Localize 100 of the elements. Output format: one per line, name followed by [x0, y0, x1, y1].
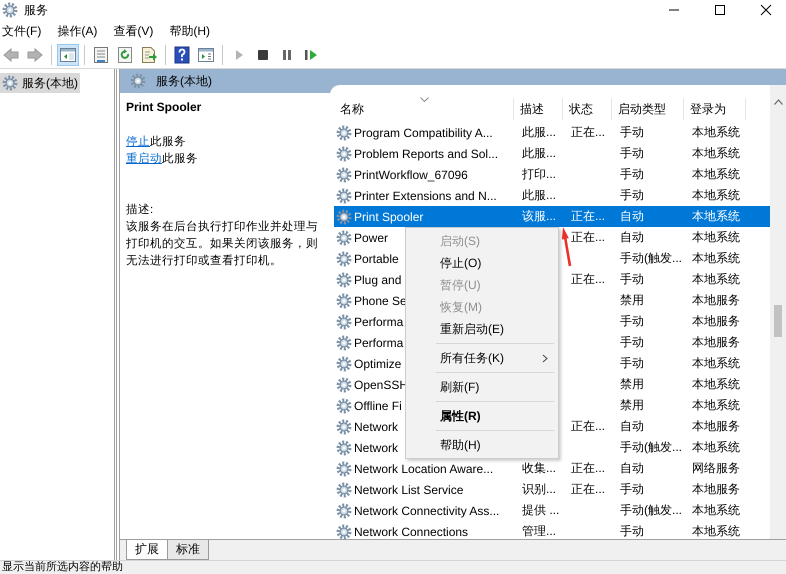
description-text: 该服务在后台执行打印作业并处理与打印机的交互。如果关闭该服务，则无法进行打印或查看打印机。 — [126, 219, 319, 269]
menu-item[interactable]: 帮助(H) — [169, 22, 210, 40]
action-link[interactable]: 重启动 — [126, 153, 162, 165]
table-cell: 该服... — [522, 209, 556, 223]
gear-icon — [336, 292, 352, 308]
column-header[interactable]: 登录为 — [684, 98, 746, 120]
service-name: Network — [354, 440, 398, 454]
maximize-icon[interactable] — [714, 4, 726, 16]
service-name: Print Spooler — [354, 210, 424, 224]
service-name: Offline Fi — [354, 398, 402, 412]
column-title: 名称 — [340, 100, 364, 118]
table-cell: 本地系统 — [692, 272, 740, 286]
service-name: Network List Service — [354, 482, 464, 496]
menu-item[interactable]: 重新启动(E) — [406, 318, 558, 340]
column-header[interactable]: 启动类型 — [612, 98, 684, 120]
sort-caret-icon — [420, 97, 429, 102]
gear-icon — [336, 272, 352, 288]
table-cell: 此服... — [522, 125, 556, 139]
menu-item[interactable]: 停止(O) — [406, 252, 558, 274]
table-cell: 打印... — [522, 167, 556, 181]
table-cell: 自动 — [620, 230, 644, 244]
table-cell: 本地服务 — [692, 419, 740, 433]
gear-icon — [2, 2, 18, 18]
menu-item[interactable]: 查看(V) — [113, 22, 154, 40]
panel-toggle-button[interactable] — [57, 44, 79, 66]
table-cell: 本地系统 — [692, 251, 740, 265]
table-cell: 手动 — [620, 167, 644, 181]
gear-icon — [336, 230, 352, 246]
column-header[interactable]: 状态 — [563, 98, 612, 120]
export-icon — [140, 46, 158, 64]
table-cell: 本地系统 — [692, 503, 740, 517]
close-icon[interactable] — [760, 4, 772, 16]
gear-icon — [336, 188, 352, 204]
gear-icon — [336, 208, 352, 224]
table-cell: 本地系统 — [692, 188, 740, 202]
service-name: Network Location Aware... — [354, 462, 494, 476]
service-name: Performa — [354, 336, 404, 350]
table-cell: 禁用 — [620, 293, 644, 307]
gear-icon — [336, 460, 352, 476]
gear-icon — [336, 146, 352, 162]
action-sentence: 停止此服务 — [126, 134, 187, 150]
table-cell: 提供 ... — [522, 503, 560, 517]
service-name: Portable — [354, 252, 399, 266]
table-cell: 本地系统 — [692, 356, 740, 370]
table-cell: 正在... — [571, 482, 606, 496]
table-cell: 手动(触发... — [620, 251, 682, 265]
scrollbar[interactable] — [770, 85, 786, 539]
panel-toggle-icon — [59, 46, 77, 64]
back-arrow-icon — [2, 46, 20, 64]
table-cell: 自动 — [620, 461, 644, 475]
column-header[interactable]: 描述 — [514, 98, 563, 120]
service-name: Plug and — [354, 272, 402, 286]
service-name: Program Compatibility A... — [354, 126, 493, 140]
gear-icon — [130, 73, 146, 89]
service-name: Power — [354, 230, 388, 244]
table-cell: 本地服务 — [692, 314, 740, 328]
table-cell: 收集... — [522, 461, 556, 475]
table-cell: 本地系统 — [692, 398, 740, 412]
window-icon — [197, 46, 215, 64]
table-cell: 正在... — [571, 419, 606, 433]
table-cell: 本地系统 — [692, 440, 740, 454]
service-name: Performa — [354, 314, 404, 328]
menu-item[interactable]: 刷新(F) — [406, 376, 558, 398]
service-name: PrintWorkflow_67096 — [354, 168, 468, 182]
table-cell: 本地系统 — [692, 167, 740, 181]
table-cell: 本地系统 — [692, 125, 740, 139]
scroll-up-icon[interactable] — [774, 99, 782, 105]
menu-item[interactable]: 所有任务(K) — [406, 347, 558, 369]
table-cell: 此服... — [522, 146, 556, 160]
tree-item[interactable]: 服务(本地) — [0, 73, 80, 93]
table-cell: 网络服务 — [692, 461, 740, 475]
menu-item[interactable]: 属性(R) — [406, 405, 558, 427]
annotation-arrow — [559, 227, 573, 267]
table-cell: 手动 — [620, 314, 644, 328]
table-cell: 自动 — [620, 419, 644, 433]
table-cell: 禁用 — [620, 398, 644, 412]
table-cell: 本地系统 — [692, 230, 740, 244]
table-cell: 本地服务 — [692, 482, 740, 496]
action-link[interactable]: 停止 — [126, 136, 150, 148]
menu-item[interactable]: 帮助(H) — [406, 434, 558, 456]
table-cell: 正在... — [571, 209, 606, 223]
table-cell: 本地系统 — [692, 524, 740, 538]
chevron-right-icon — [542, 354, 548, 362]
gear-icon — [336, 314, 352, 330]
action-sentence: 重启动此服务 — [126, 152, 199, 167]
table-row[interactable]: Print Spooler 该服... 正在... 自动 本地系统 — [334, 206, 770, 227]
table-cell: 本地服务 — [692, 293, 740, 307]
menu-item[interactable]: 操作(A) — [57, 22, 98, 40]
tab[interactable]: 扩展 — [126, 540, 168, 560]
tab[interactable]: 标准 — [167, 540, 209, 560]
status-text: 显示当前所选内容的帮助 — [2, 561, 123, 574]
table-cell: 正在... — [571, 230, 606, 244]
scroll-thumb[interactable] — [774, 305, 782, 337]
gear-icon — [336, 440, 352, 456]
table-cell: 手动(触发... — [620, 440, 682, 454]
gear-icon — [336, 250, 352, 266]
menu-item[interactable]: 文件(F) — [2, 22, 42, 40]
gear-icon — [336, 398, 352, 414]
panel-title: 服务(本地) — [156, 72, 212, 90]
table-cell: 手动 — [620, 146, 644, 160]
